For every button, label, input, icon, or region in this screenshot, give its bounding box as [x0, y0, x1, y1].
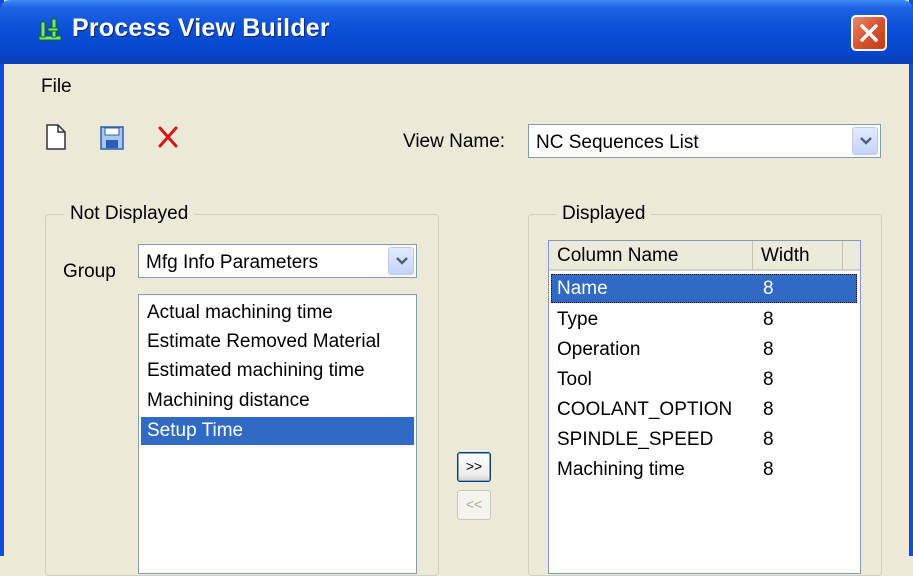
chevron-down-icon: [860, 137, 872, 145]
window-title: Process View Builder: [72, 14, 330, 42]
view-name-value: NC Sequences List: [536, 132, 699, 153]
row-width: 8: [763, 278, 774, 299]
table-row[interactable]: Operation 8: [551, 335, 857, 364]
group-combobox[interactable]: Mfg Info Parameters: [138, 244, 417, 278]
list-item[interactable]: Actual machining time: [141, 299, 414, 327]
chevron-down-icon: [396, 257, 408, 265]
row-name: Operation: [557, 339, 641, 360]
close-button[interactable]: [851, 15, 887, 51]
close-icon: [860, 24, 878, 42]
view-name-combobox[interactable]: NC Sequences List: [528, 124, 881, 158]
column-header-width[interactable]: Width: [753, 241, 843, 271]
table-row[interactable]: SPINDLE_SPEED 8: [551, 425, 857, 454]
list-item[interactable]: Machining distance: [141, 387, 414, 415]
row-name: SPINDLE_SPEED: [557, 429, 714, 450]
group-value: Mfg Info Parameters: [146, 252, 319, 273]
row-name: Type: [557, 309, 599, 330]
title-bar[interactable]: Process View Builder: [0, 0, 913, 64]
row-width: 8: [763, 369, 774, 390]
list-item[interactable]: Estimated machining time: [141, 357, 414, 385]
delete-x-icon[interactable]: [154, 120, 182, 152]
row-name: Machining time: [557, 459, 685, 480]
row-name: Name: [557, 278, 608, 299]
view-name-dropdown-button[interactable]: [852, 127, 878, 155]
list-item-selected[interactable]: Setup Time: [141, 417, 414, 445]
table-row[interactable]: Tool 8: [551, 365, 857, 394]
displayed-title: Displayed: [556, 203, 652, 225]
row-width: 8: [763, 339, 774, 360]
column-header-filler: [843, 241, 860, 271]
add-to-displayed-button[interactable]: >>: [457, 452, 491, 482]
not-displayed-list[interactable]: Actual machining time Estimate Removed M…: [138, 294, 417, 574]
table-row[interactable]: Name 8: [551, 274, 857, 303]
menu-bar: File: [4, 64, 909, 108]
table-row[interactable]: Type 8: [551, 305, 857, 334]
save-disk-icon[interactable]: [97, 120, 125, 152]
list-item[interactable]: Estimate Removed Material: [141, 328, 414, 356]
group-dropdown-button[interactable]: [388, 247, 414, 275]
not-displayed-title: Not Displayed: [64, 203, 195, 225]
remove-from-displayed-button[interactable]: <<: [457, 490, 491, 520]
menu-file[interactable]: File: [41, 76, 72, 98]
row-width: 8: [763, 459, 774, 480]
process-view-builder-window: Process View Builder File View Name: NC …: [0, 0, 913, 576]
group-label: Group: [63, 261, 116, 282]
table-row[interactable]: Machining time 8: [551, 455, 857, 484]
row-width: 8: [763, 429, 774, 450]
new-document-icon[interactable]: [42, 120, 70, 152]
row-width: 8: [763, 399, 774, 420]
displayed-columns-list[interactable]: Column Name Width Name 8 Type 8 Operatio…: [548, 240, 861, 574]
row-name: Tool: [557, 369, 592, 390]
table-row[interactable]: COOLANT_OPTION 8: [551, 395, 857, 424]
column-header-name[interactable]: Column Name: [549, 241, 753, 271]
row-width: 8: [763, 309, 774, 330]
row-name: COOLANT_OPTION: [557, 399, 733, 420]
view-name-label: View Name:: [403, 131, 506, 152]
app-icon: [38, 18, 62, 41]
